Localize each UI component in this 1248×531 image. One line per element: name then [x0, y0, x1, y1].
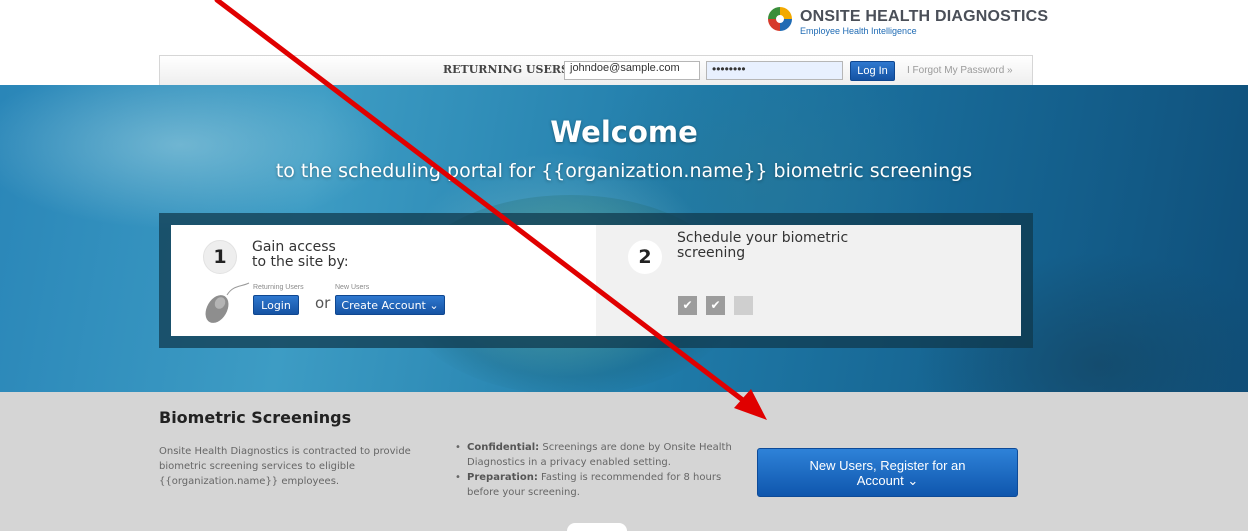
returning-users-label: RETURNING USERS: [443, 63, 573, 76]
create-account-button[interactable]: Create Account ⌄ [335, 295, 445, 315]
step-2-line-2: screening [677, 245, 746, 261]
email-input[interactable]: johndoe@sample.com [564, 61, 700, 80]
returning-users-mini-label: Returning Users [253, 284, 304, 291]
info-section: Biometric Screenings Onsite Health Diagn… [0, 392, 1248, 531]
step-1-number: 1 [203, 240, 237, 274]
progress-check-1: ✔ [678, 296, 697, 315]
scroll-tab [567, 523, 627, 531]
step-2-number: 2 [628, 240, 662, 274]
log-in-button[interactable]: Log In [850, 61, 895, 81]
steps-panel: 1 Gain access to the site by: Returning … [159, 213, 1033, 348]
login-button[interactable]: Login [253, 295, 299, 315]
logo-mark-icon [768, 7, 792, 31]
step-2-line-1: Schedule your biometric [677, 230, 849, 246]
step-2-schedule: 2 Schedule your biometric screening ✔ ✔ [596, 225, 1021, 336]
bullet-preparation: Preparation: Fasting is recommended for … [455, 470, 745, 500]
new-users-mini-label: New Users [335, 284, 370, 291]
bullet-term: Confidential: [467, 442, 540, 453]
progress-check-3 [734, 296, 753, 315]
or-text: or [315, 294, 331, 312]
section-description: Onsite Health Diagnostics is contracted … [159, 446, 411, 487]
step-1-line-1: Gain access [252, 239, 336, 255]
register-account-button[interactable]: New Users, Register for an Account ⌄ [757, 448, 1018, 497]
welcome-subtitle: to the scheduling portal for {{organizat… [275, 160, 973, 182]
checkmark-icon: ✔ [682, 298, 693, 312]
brand-name: ONSITE HEALTH DIAGNOSTICS [800, 8, 1049, 25]
hero-banner: Welcome to the scheduling portal for {{o… [0, 85, 1248, 392]
bullet-confidential: Confidential: Screenings are done by Ons… [455, 440, 745, 470]
checkmark-icon: ✔ [710, 298, 721, 312]
email-value: johndoe@sample.com [570, 62, 680, 74]
step-2-title: Schedule your biometric screening [677, 231, 848, 261]
step-1-title: Gain access to the site by: [252, 240, 349, 270]
register-line-2: Account ⌄ [856, 473, 919, 488]
password-input[interactable]: •••••••• [706, 61, 843, 80]
brand-tagline: Employee Health Intelligence [800, 26, 917, 36]
welcome-title: Welcome [550, 115, 698, 149]
login-bar: RETURNING USERS: johndoe@sample.com ••••… [159, 55, 1033, 85]
password-value: •••••••• [712, 62, 746, 76]
computer-mouse-icon [205, 282, 250, 323]
step-1-line-2: to the site by: [252, 254, 349, 270]
section-title: Biometric Screenings [159, 408, 352, 427]
progress-check-2: ✔ [706, 296, 725, 315]
register-line-1: New Users, Register for an [809, 458, 966, 473]
info-bullets: Confidential: Screenings are done by Ons… [455, 440, 745, 500]
bullet-term: Preparation: [467, 472, 538, 483]
brand-logo: ONSITE HEALTH DIAGNOSTICS Employee Healt… [766, 4, 1048, 36]
step-1-gain-access: 1 Gain access to the site by: Returning … [171, 225, 596, 336]
forgot-password-link[interactable]: I Forgot My Password » [907, 65, 1013, 76]
